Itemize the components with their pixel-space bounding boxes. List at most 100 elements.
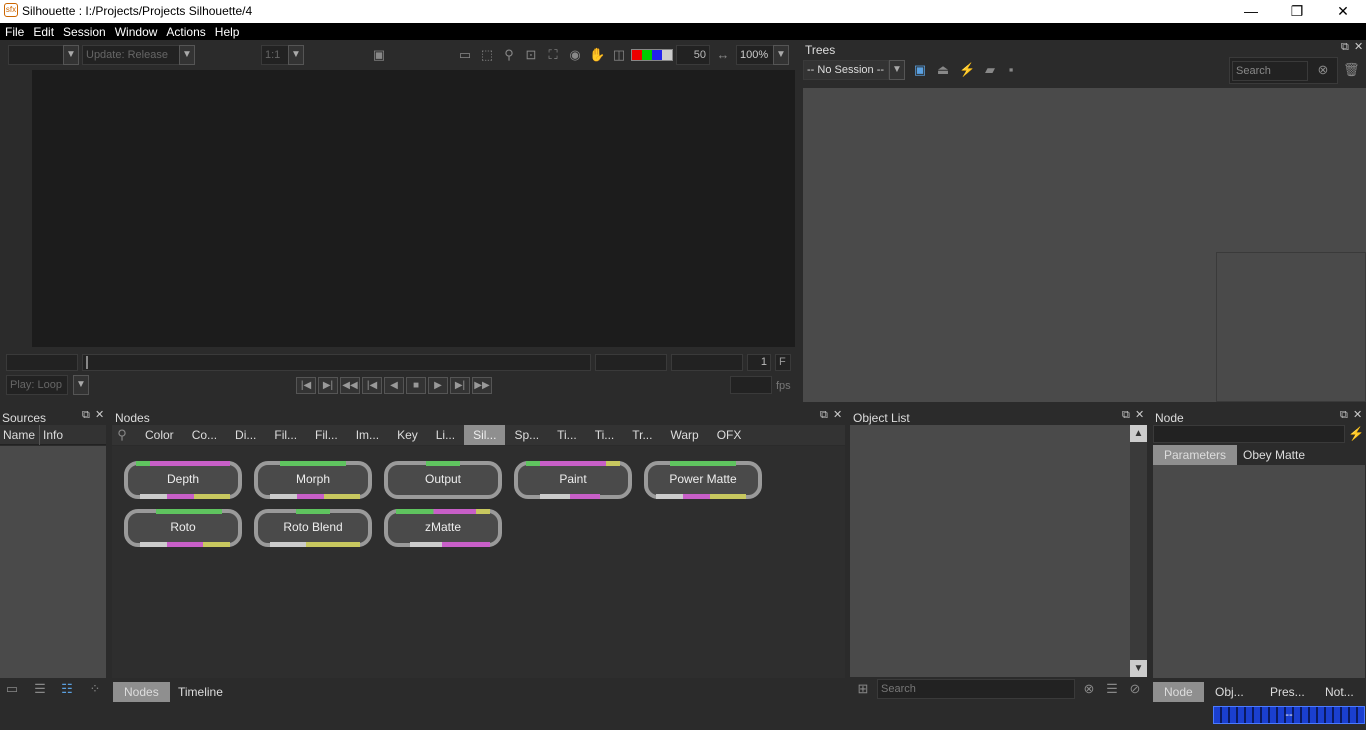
clear-search-icon[interactable]: ⊗	[1081, 681, 1097, 697]
first-frame-icon[interactable]: |◀	[296, 377, 316, 394]
tab-objects[interactable]: Obj...	[1204, 682, 1255, 702]
frame-field[interactable]: 1	[747, 354, 771, 371]
viewer-canvas[interactable]	[32, 70, 795, 347]
menu-file[interactable]: File	[0, 23, 28, 39]
category-tab[interactable]: Key	[388, 425, 427, 445]
play-mode-select[interactable]: Play: Loop	[6, 375, 68, 395]
rewind-icon[interactable]: ◀◀	[340, 377, 360, 394]
category-tab[interactable]: Li...	[427, 425, 464, 445]
chevron-down-icon[interactable]: ▼	[179, 45, 195, 65]
import-icon[interactable]: ⏏	[935, 62, 951, 78]
fast-forward-icon[interactable]: ▶▶	[472, 377, 492, 394]
timeline-scrubber[interactable]	[82, 354, 591, 371]
thumbnail-view-icon[interactable]: ▭	[4, 681, 20, 697]
category-tab[interactable]: Fil...	[306, 425, 347, 445]
chevron-down-icon[interactable]: ▼	[773, 45, 789, 65]
menu-window[interactable]: Window	[110, 23, 162, 39]
monitor-icon[interactable]: ▭	[457, 47, 473, 63]
category-tab[interactable]: Co...	[183, 425, 226, 445]
filter-icon[interactable]: ☰	[1104, 681, 1120, 697]
menu-help[interactable]: Help	[210, 23, 244, 39]
lightning-icon[interactable]: ⚡	[1348, 426, 1364, 442]
no-entry-icon[interactable]: ⊘	[1127, 681, 1143, 697]
new-tree-icon[interactable]: ▣	[912, 62, 928, 78]
float-panel-icon[interactable]: ⧉	[1340, 409, 1348, 422]
stop-icon[interactable]: ■	[406, 377, 426, 394]
search-input[interactable]: Search	[1232, 61, 1308, 81]
category-tab[interactable]: Di...	[226, 425, 265, 445]
trees-navigator[interactable]	[1216, 252, 1366, 402]
lightning-icon[interactable]: ⚡	[959, 62, 975, 78]
prev-key-icon[interactable]: ▶|	[318, 377, 338, 394]
menu-session[interactable]: Session	[58, 23, 110, 39]
category-tab[interactable]: Warp	[661, 425, 707, 445]
category-tab[interactable]: Ti...	[548, 425, 586, 445]
update-select[interactable]: Update: Release	[82, 45, 180, 65]
chevron-down-icon[interactable]: ▼	[288, 45, 304, 65]
category-tab[interactable]: Tr...	[623, 425, 661, 445]
menu-edit[interactable]: Edit	[28, 23, 58, 39]
column-name[interactable]: Name	[3, 428, 35, 442]
node-name-field[interactable]	[1153, 425, 1345, 443]
zoom-icon[interactable]: ⚲	[501, 47, 517, 63]
save-icon[interactable]: ▪	[1003, 62, 1019, 78]
hand-icon[interactable]: ✋	[589, 47, 605, 63]
tab-timeline[interactable]: Timeline	[167, 682, 234, 702]
tab-node[interactable]: Node	[1153, 682, 1204, 702]
viewer-source-select[interactable]	[8, 45, 64, 65]
object-search-input[interactable]: Search	[877, 679, 1075, 699]
category-tab[interactable]: Color	[136, 425, 183, 445]
session-select[interactable]: -- No Session --	[803, 60, 889, 80]
menu-actions[interactable]: Actions	[161, 23, 209, 39]
zoom-field[interactable]: 100%	[736, 45, 774, 65]
frame-mode-button[interactable]: F	[775, 354, 791, 371]
category-tab[interactable]: OFX	[708, 425, 751, 445]
close-button[interactable]: ✕	[1320, 0, 1366, 23]
list-view-icon[interactable]: ☰	[32, 681, 48, 697]
tab-obey-matte[interactable]: Obey Matte	[1232, 445, 1316, 465]
node-output[interactable]: Output	[384, 461, 502, 499]
exposure-field[interactable]: 50	[676, 45, 710, 65]
grid-view-icon[interactable]: ⁘	[87, 681, 103, 697]
trees-canvas[interactable]	[803, 88, 1366, 402]
float-panel-icon[interactable]: ⧉	[82, 409, 90, 422]
close-panel-icon[interactable]: ✕	[1353, 408, 1362, 421]
chevron-down-icon[interactable]: ▼	[889, 60, 905, 80]
target-icon[interactable]: ◉	[567, 47, 583, 63]
play-backward-icon[interactable]: ◀	[384, 377, 404, 394]
chevron-down-icon[interactable]: ▼	[63, 45, 79, 65]
search-icon[interactable]: ⚲	[114, 427, 130, 443]
sources-list[interactable]	[0, 446, 106, 678]
category-tab[interactable]: Im...	[347, 425, 388, 445]
close-panel-icon[interactable]: ✕	[95, 408, 104, 421]
add-object-icon[interactable]: ⊞	[855, 681, 871, 697]
step-forward-icon[interactable]: ▶|	[450, 377, 470, 394]
out-point-field[interactable]	[595, 354, 667, 371]
scrollbar[interactable]: ▲ ▼	[1130, 425, 1147, 677]
category-tab[interactable]: Sp...	[505, 425, 548, 445]
restore-button[interactable]: ❐	[1274, 0, 1320, 23]
close-panel-icon[interactable]: ✕	[1135, 408, 1144, 421]
tab-presets[interactable]: Pres...	[1259, 682, 1316, 702]
close-panel-icon[interactable]: ✕	[1354, 40, 1363, 53]
trash-icon[interactable]: 🗑	[1343, 62, 1360, 78]
in-point-field[interactable]	[6, 354, 78, 371]
camera-icon[interactable]: ▣	[371, 47, 387, 63]
float-panel-icon[interactable]: ⧉	[1122, 409, 1130, 422]
step-back-icon[interactable]: |◀	[362, 377, 382, 394]
tab-nodes[interactable]: Nodes	[113, 682, 170, 702]
object-list-area[interactable]	[850, 425, 1130, 677]
category-tab[interactable]: Fil...	[265, 425, 306, 445]
chevron-down-icon[interactable]: ▼	[73, 375, 89, 395]
column-info[interactable]: Info	[43, 428, 63, 442]
expand-icon[interactable]: ⛶	[545, 47, 561, 63]
detail-view-icon[interactable]: ☷	[59, 681, 75, 697]
folder-icon[interactable]: ▰	[982, 62, 998, 78]
category-tab[interactable]: Ti...	[586, 425, 624, 445]
ratio-select[interactable]: 1:1	[261, 45, 289, 65]
fit-width-icon[interactable]: ↔	[715, 47, 731, 63]
channel-selector[interactable]	[631, 49, 673, 61]
clear-search-icon[interactable]: ⊗	[1315, 62, 1331, 78]
region-icon[interactable]: ⬚	[479, 47, 495, 63]
duration-field[interactable]	[671, 354, 743, 371]
